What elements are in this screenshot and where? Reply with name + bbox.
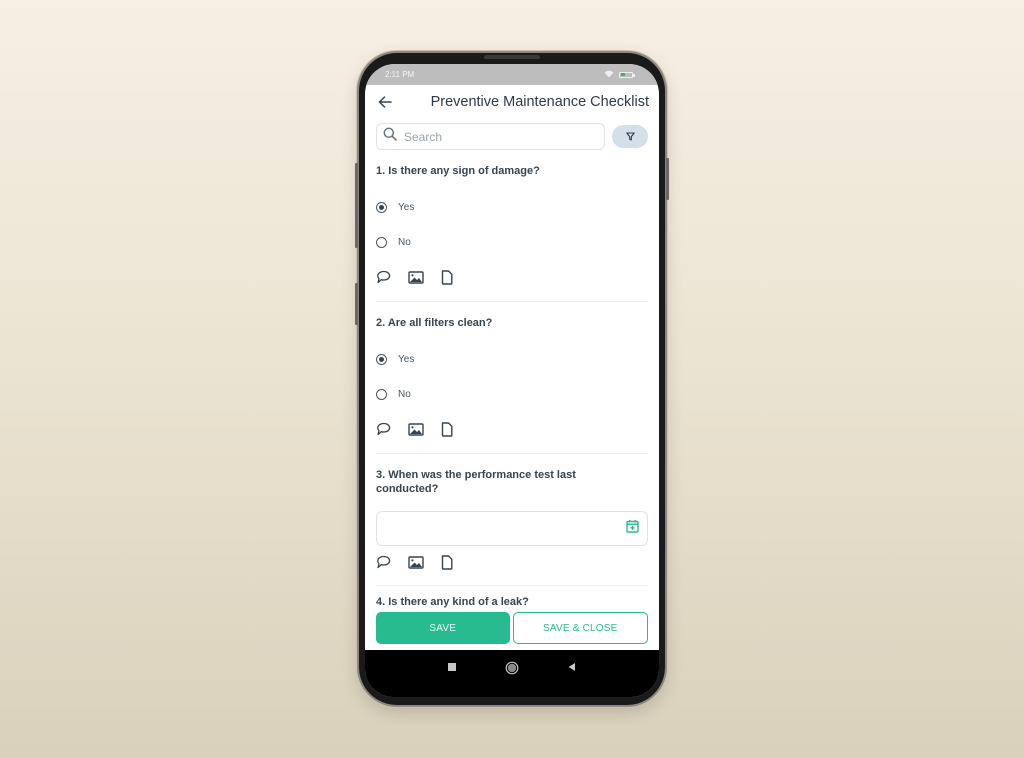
question-title: 3. When was the performance test last co…	[376, 469, 576, 495]
side-button	[355, 283, 358, 325]
image-icon[interactable]	[408, 555, 424, 569]
document-icon[interactable]	[441, 421, 453, 437]
status-time: 2:11 PM	[385, 70, 415, 79]
date-input[interactable]	[376, 511, 648, 546]
filter-icon	[625, 128, 635, 146]
option-label: Yes	[398, 202, 415, 213]
home-icon[interactable]	[505, 661, 519, 675]
option-label: Yes	[398, 354, 415, 365]
radio-selected[interactable]	[376, 354, 387, 365]
option-no[interactable]: No	[376, 377, 648, 412]
question-1: 1. Is there any sign of damage? Yes No	[376, 164, 648, 302]
arrow-left-icon[interactable]	[377, 94, 393, 110]
document-icon[interactable]	[441, 554, 453, 570]
image-icon[interactable]	[408, 422, 424, 436]
status-bar: 2:11 PM	[365, 64, 659, 85]
calendar-add-icon[interactable]	[626, 519, 639, 538]
option-yes[interactable]: Yes	[376, 190, 648, 225]
radio-unselected[interactable]	[376, 389, 387, 400]
phone-frame: 2:11 PM Preventive Maintenance Checklist	[355, 53, 669, 705]
volume-button	[355, 163, 358, 248]
filter-button[interactable]	[612, 125, 648, 148]
footer-actions: SAVE SAVE & CLOSE	[376, 612, 648, 644]
option-no[interactable]: No	[376, 225, 648, 260]
save-button[interactable]: SAVE	[376, 612, 510, 644]
image-icon[interactable]	[408, 270, 424, 284]
radio-selected[interactable]	[376, 202, 387, 213]
checklist: 1. Is there any sign of damage? Yes No 2…	[365, 164, 659, 609]
wifi-icon	[604, 70, 614, 80]
comment-icon[interactable]	[376, 270, 391, 284]
recents-icon[interactable]	[446, 661, 458, 673]
question-title: 4. Is there any kind of a leak?	[376, 596, 529, 608]
option-label: No	[398, 237, 411, 248]
screen: 2:11 PM Preventive Maintenance Checklist	[365, 64, 659, 697]
question-4: 4. Is there any kind of a leak?	[376, 595, 648, 609]
document-icon[interactable]	[441, 269, 453, 285]
option-label: No	[398, 389, 411, 400]
speaker	[484, 55, 540, 59]
search-input[interactable]	[402, 128, 576, 145]
radio-unselected[interactable]	[376, 237, 387, 248]
option-yes[interactable]: Yes	[376, 342, 648, 377]
power-button	[666, 158, 669, 200]
search-icon	[383, 127, 397, 146]
attachment-actions	[376, 412, 648, 453]
comment-icon[interactable]	[376, 422, 391, 436]
attachment-actions	[376, 260, 648, 301]
search-row	[365, 123, 659, 150]
attachment-actions	[376, 546, 648, 585]
question-title: 2. Are all filters clean?	[376, 317, 493, 329]
save-and-close-button[interactable]: SAVE & CLOSE	[512, 612, 648, 644]
page-title: Preventive Maintenance Checklist	[430, 94, 649, 110]
navigation-bar	[365, 650, 659, 697]
battery-icon	[619, 71, 635, 78]
question-3: 3. When was the performance test last co…	[376, 468, 648, 586]
back-icon[interactable]	[566, 661, 578, 673]
question-title: 1. Is there any sign of damage?	[376, 165, 540, 177]
app-bar: Preventive Maintenance Checklist	[365, 85, 659, 119]
question-2: 2. Are all filters clean? Yes No	[376, 316, 648, 454]
comment-icon[interactable]	[376, 555, 391, 569]
search-box[interactable]	[376, 123, 605, 150]
